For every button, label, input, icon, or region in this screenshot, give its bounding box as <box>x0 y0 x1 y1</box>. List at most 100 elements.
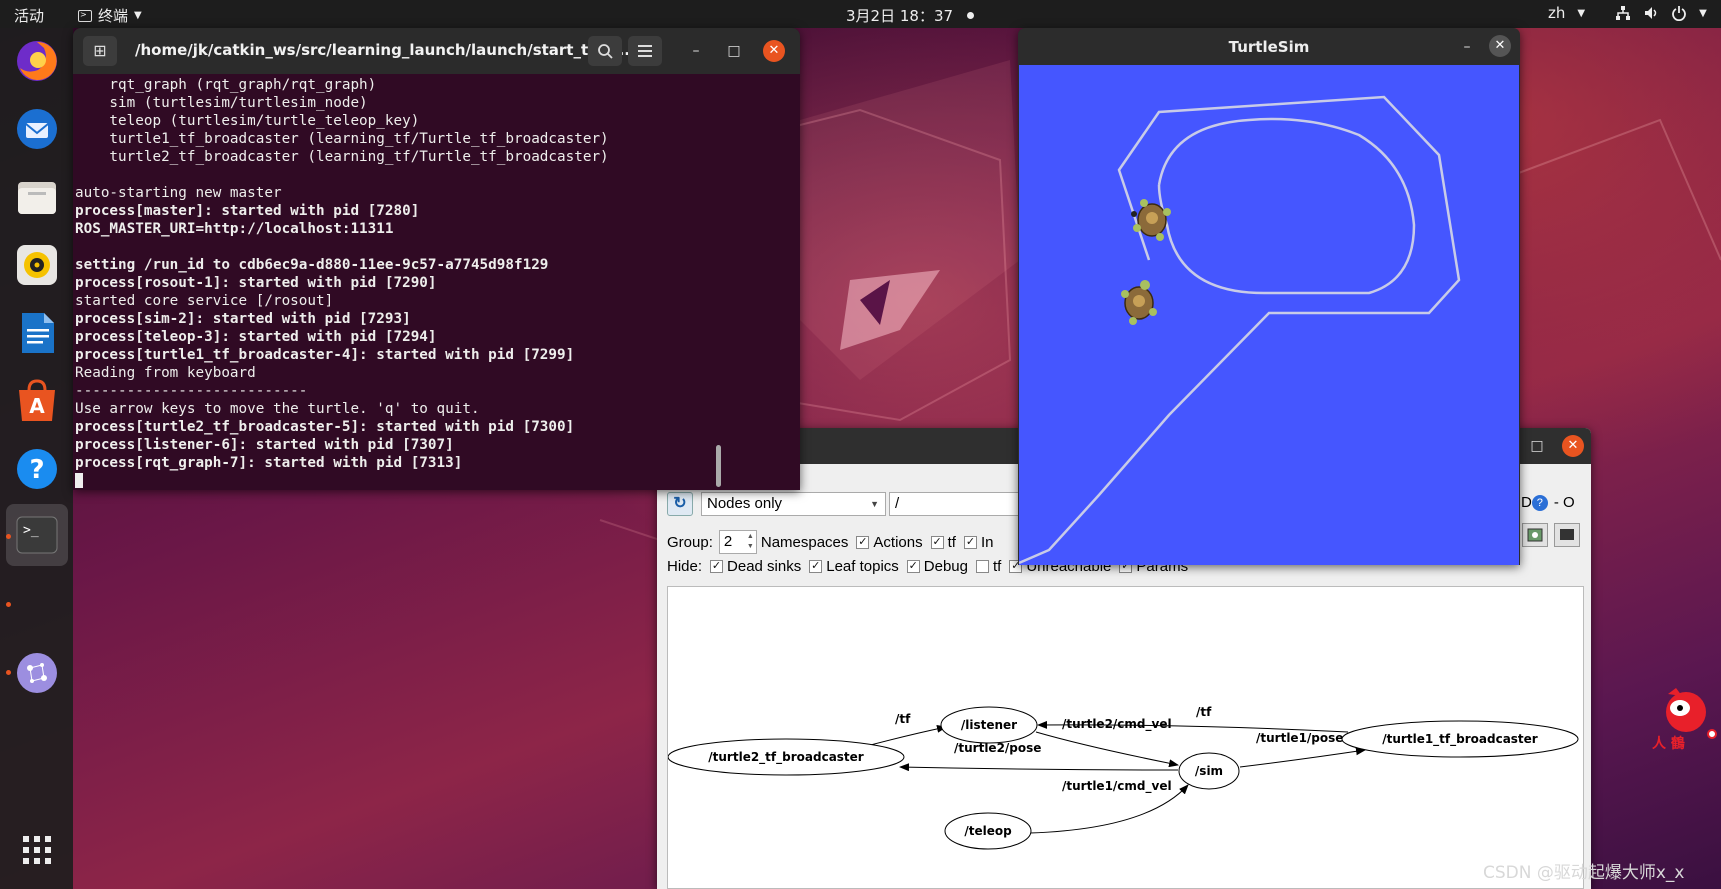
hamburger-icon <box>638 45 652 57</box>
power-icon <box>1672 6 1686 21</box>
terminal-scrollbar[interactable] <box>716 445 721 487</box>
hide-tf-checkbox[interactable] <box>975 560 989 573</box>
input-method[interactable]: zh <box>1548 4 1565 22</box>
rqt-app-icon[interactable] <box>14 650 60 696</box>
terminal-line: auto-starting new master <box>75 185 282 201</box>
fit-view-button[interactable] <box>1554 523 1580 547</box>
help-icon[interactable]: ? <box>1531 494 1548 511</box>
hide-tf-label: tf <box>992 558 1002 575</box>
turtle-trails <box>1018 95 1461 565</box>
clock-text: 3月2日 18：37 <box>846 7 954 25</box>
maximize-button[interactable]: □ <box>723 40 745 62</box>
edge-turtle2tf-listener <box>862 724 947 748</box>
show-applications-icon[interactable] <box>14 827 60 873</box>
chevron-down-icon: ▼ <box>870 499 879 509</box>
terminal-output[interactable]: rqt_graph (rqt_graph/rqt_graph) sim (tur… <box>75 76 791 488</box>
node-label: /listener <box>961 718 1017 732</box>
turtlesim-canvas[interactable] <box>1018 65 1519 565</box>
menu-button[interactable] <box>628 36 662 66</box>
options-row: Group: 2 ▲ ▼ Namespaces ✓ Actions ✓ tf ✓ In <box>667 530 993 554</box>
refresh-button[interactable]: ↻ <box>667 492 693 516</box>
node-teleop[interactable]: /teleop <box>944 812 1032 850</box>
edge-sim-turtle1tf <box>1239 747 1366 768</box>
clock[interactable]: 3月2日 18：37 <box>846 5 975 26</box>
terminal-window: ⊞ /home/jk/catkin_ws/src/learning_launch… <box>73 28 800 490</box>
right-fragment: D <box>1521 494 1532 511</box>
search-button[interactable] <box>588 36 622 66</box>
dead-sinks-label: Dead sinks <box>727 558 802 575</box>
app-name: 终端 <box>98 7 129 25</box>
node-sim[interactable]: /sim <box>1178 752 1240 790</box>
running-indicator <box>6 534 11 539</box>
app-menu[interactable]: > 终端 ▼ <box>78 5 142 26</box>
actions-label: Actions <box>873 533 923 551</box>
turtlesim-titlebar[interactable]: TurtleSim – ✕ <box>1018 28 1520 65</box>
firefox-icon[interactable] <box>14 38 60 84</box>
help-icon[interactable]: ? <box>14 446 60 492</box>
terminal-titlebar[interactable]: ⊞ /home/jk/catkin_ws/src/learning_launch… <box>73 28 800 74</box>
close-button[interactable]: ✕ <box>1489 35 1511 57</box>
edge-label: /tf <box>895 712 911 726</box>
csdn-watermark: CSDN @驱动起爆大师x_x <box>1483 863 1685 883</box>
dock: A ? >_ <box>0 28 73 889</box>
namespaces-label: Namespaces <box>760 533 849 551</box>
rqt-right-controls: D ? - O <box>1521 494 1575 511</box>
terminal-line: rqt_graph (rqt_graph/rqt_graph) <box>75 77 377 93</box>
terminal-line: process[rqt_graph-7]: started with pid [… <box>75 455 463 471</box>
edge-label: /turtle1/cmd_vel <box>1062 779 1172 794</box>
activities-button[interactable]: 活动 <box>14 5 44 26</box>
terminal-prompt[interactable] <box>75 472 791 488</box>
actions-checkbox[interactable]: ✓ <box>856 535 870 549</box>
right-fragment-2: - O <box>1553 494 1575 511</box>
debug-checkbox[interactable]: ✓ <box>906 560 920 573</box>
group-label: Group: <box>667 533 713 551</box>
leaf-topics-checkbox[interactable]: ✓ <box>809 560 823 573</box>
terminal-line: process[teleop-3]: started with pid [729… <box>75 329 437 345</box>
system-tray[interactable]: zh ▼ ▼ <box>1548 4 1707 22</box>
maximize-button[interactable]: □ <box>1526 435 1548 457</box>
save-image-button[interactable] <box>1522 523 1548 547</box>
close-button[interactable]: ✕ <box>763 40 785 62</box>
images-checkbox[interactable]: ✓ <box>963 535 977 549</box>
terminal-title: /home/jk/catkin_ws/src/learning_launch/l… <box>135 41 631 59</box>
dead-sinks-checkbox[interactable]: ✓ <box>710 560 724 573</box>
terminal-line: turtle1_tf_broadcaster (learning_tf/Turt… <box>75 131 609 147</box>
node-label: /sim <box>1195 764 1223 778</box>
svg-text:人 鶴: 人 鶴 <box>1652 735 1685 752</box>
terminal-line: Reading from keyboard <box>75 365 256 381</box>
minimize-button[interactable]: – <box>685 40 707 62</box>
terminal-line: process[sim-2]: started with pid [7293] <box>75 311 411 327</box>
rhythmbox-icon[interactable] <box>14 242 60 288</box>
svg-text:>_: >_ <box>23 523 39 538</box>
debug-label: Debug <box>923 558 968 575</box>
edge-label: /turtle2/cmd_vel <box>1062 717 1172 732</box>
node-turtle1-tf-broadcaster[interactable]: /turtle1_tf_broadcaster <box>1341 720 1579 758</box>
caret-down-icon: ▼ <box>134 10 142 21</box>
ubuntu-software-icon[interactable]: A <box>14 378 60 424</box>
minimize-button[interactable]: – <box>1456 36 1478 58</box>
spin-arrows-icon[interactable]: ▲ ▼ <box>747 532 754 552</box>
terminal-icon: > <box>78 9 92 22</box>
thunderbird-icon[interactable] <box>14 106 60 152</box>
group-spinbox[interactable]: 2 ▲ ▼ <box>718 530 757 554</box>
ros-graph: /tf /turtle2/cmd_vel /turtle2/pose /tf /… <box>667 705 1579 850</box>
node-label: /teleop <box>964 824 1012 838</box>
new-tab-button[interactable]: ⊞ <box>83 36 117 66</box>
terminal-icon[interactable]: >_ <box>14 512 60 558</box>
tf-checkbox[interactable]: ✓ <box>930 535 944 549</box>
edge-label: /tf <box>1196 705 1212 719</box>
close-button[interactable]: ✕ <box>1562 435 1584 457</box>
edge-listener-sim <box>1035 731 1179 768</box>
files-icon[interactable] <box>14 174 60 220</box>
hide-label: Hide: <box>667 558 703 575</box>
turtlesim-window: TurtleSim – ✕ <box>1018 28 1520 565</box>
turtle1-icon <box>1131 199 1171 241</box>
terminal-line: setting /run_id to cdb6ec9a-d880-11ee-9c… <box>75 257 549 273</box>
graph-canvas[interactable]: /tf /turtle2/cmd_vel /turtle2/pose /tf /… <box>667 586 1584 889</box>
mode-select[interactable]: Nodes only ▼ <box>701 492 886 516</box>
libreoffice-writer-icon[interactable] <box>14 310 60 356</box>
node-turtle2-tf-broadcaster[interactable]: /turtle2_tf_broadcaster <box>667 738 905 776</box>
node-label: /turtle1_tf_broadcaster <box>1382 732 1538 747</box>
tf-label: tf <box>947 533 956 551</box>
node-listener[interactable]: /listener <box>940 706 1038 744</box>
